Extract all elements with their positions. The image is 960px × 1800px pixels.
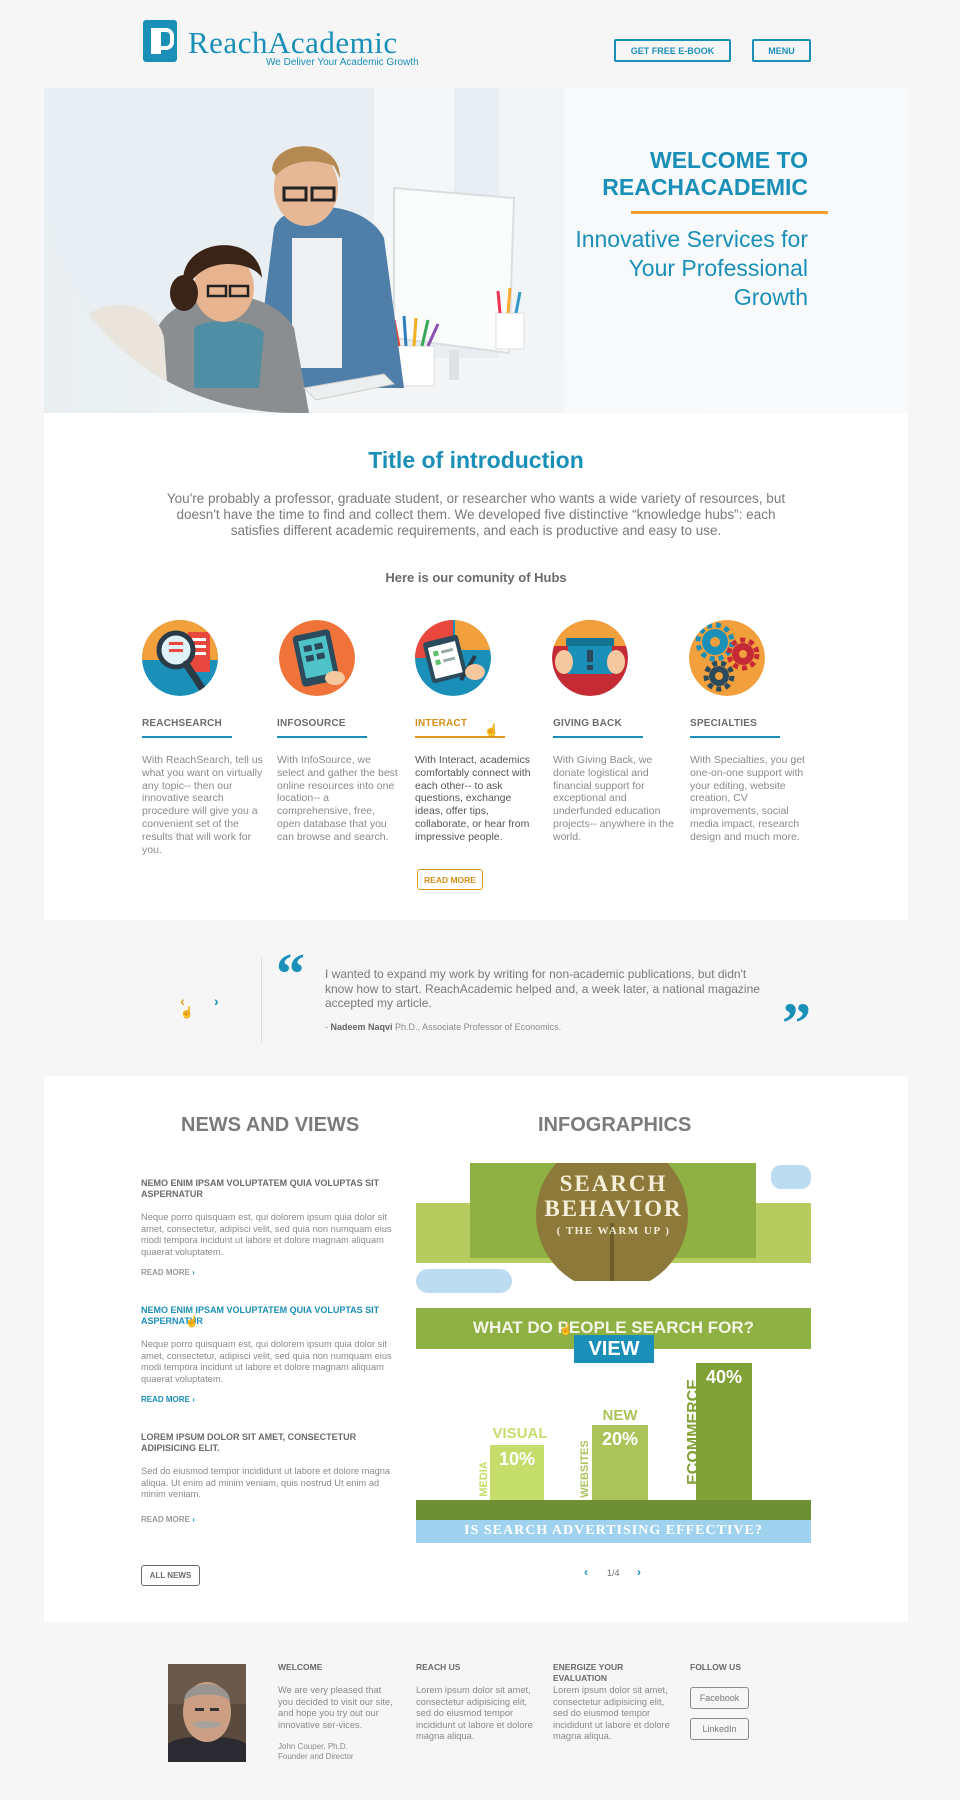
hub-text-infosource: With InfoSource, we select and gather th… [277,754,398,843]
hand-cursor-icon: ☝ [185,1316,199,1328]
hub-title-infosource[interactable]: INFOSOURCE [277,718,346,729]
infographic-pager: 1/4 [607,1568,620,1578]
chevron-right-icon: › [192,1268,195,1277]
logo-icon[interactable] [143,20,177,62]
infographic-banner-line1: SEARCH [559,1171,668,1196]
footer-signature-name: John Couper, Ph.D. [278,1742,348,1751]
linkedin-button[interactable]: LinkedIn [690,1718,749,1740]
footer-energize-text: Lorem ipsum dolor sit amet, consectetur … [553,1685,670,1741]
hub-title-giving-back[interactable]: GIVING BACK [553,718,622,729]
bar-percent: 10% [498,1449,536,1469]
hub-title-specialties[interactable]: SPECIALTIES [690,718,757,729]
chevron-right-icon: › [192,1515,195,1524]
hub-underline [690,736,780,738]
hand-cursor-icon: ☝ [559,1324,573,1336]
testimonial-author-title: Ph.D., Associate Professor of Economics. [395,1022,562,1032]
hub-underline [142,736,232,738]
news-item-title[interactable]: NEMO ENIM IPSAM VOLUPTATEM QUIA VOLUPTAS… [141,1178,396,1200]
hub-text-specialties: With Specialties, you get one-on-one sup… [690,754,805,843]
news-item-title-active[interactable]: NEMO ENIM IPSAM VOLUPTATEM QUIA VOLUPTAS… [141,1305,396,1327]
testimonial-author: - Nadeem Naqvi Ph.D., Associate Professo… [325,1022,562,1032]
founder-portrait [168,1664,246,1762]
hub-title-interact[interactable]: INTERACT [415,718,467,729]
testimonial-text: I wanted to expand my work by writing fo… [325,967,760,1010]
news-read-more-label: READ MORE [141,1515,190,1524]
tablet-icon[interactable] [279,620,355,696]
hero-photo [44,88,564,413]
bar-side-label: ECOMMERCE [685,1379,702,1485]
read-more-button[interactable]: READ MORE [417,869,483,890]
footer-welcome-heading: WELCOME [278,1662,323,1672]
hub-title-reachsearch[interactable]: REACHSEARCH [142,718,222,729]
hub-underline [277,736,367,738]
bar-side-label: WEBSITES [579,1440,591,1498]
all-news-button[interactable]: ALL NEWS [141,1565,200,1586]
footer-signature: John Couper, Ph.D. Founder and Director [278,1742,393,1762]
chevron-right-icon[interactable]: › [637,1565,641,1579]
hubs-heading: Here is our comunity of Hubs [385,570,567,585]
hub-text-giving-back: With Giving Back, we donate logistical a… [553,754,674,843]
intro-title: Title of introduction [368,447,584,473]
footer-energize-heading: ENERGIZE YOUR EVALUATION [553,1662,624,1683]
hero-banner: WELCOME TO REACHACADEMIC Innovative Serv… [44,88,908,413]
news-item-body: Sed do eiusmod tempor incididunt ut labo… [141,1466,391,1499]
news-read-more-link[interactable]: READ MORE › [141,1268,195,1277]
gift-box-icon[interactable] [552,620,628,696]
hero-welcome-line1: WELCOME TO [649,147,808,173]
infographic-banner-line2: BEHAVIOR [544,1196,683,1221]
footer-signature-title: Founder and Director [278,1752,354,1761]
quote-divider [261,958,262,1042]
hero-welcome: WELCOME TO REACHACADEMIC [468,147,808,201]
footer-reach-text: Lorem ipsum dolor sit amet, consectetur … [416,1685,533,1741]
testimonial-author-name: Nadeem Naqvi [330,1022,393,1032]
news-read-more-link[interactable]: READ MORE › [141,1515,195,1524]
checklist-icon[interactable] [415,620,491,696]
news-item-title[interactable]: LOREM IPSUM DOLOR SIT AMET, CONSECTETUR … [141,1432,396,1454]
logo-text[interactable]: ReachAcademic [188,25,398,61]
intro-text: You're probably a professor, graduate st… [166,491,786,538]
infographics-heading: INFOGRAPHICS [538,1114,692,1136]
infographic-image[interactable]: SEARCH BEHAVIOR ( THE WARM UP ) WHAT DO … [416,1163,811,1543]
hero-subtitle: Innovative Services for Your Professiona… [575,226,808,310]
chevron-right-icon: › [192,1395,195,1404]
bar-percent: 20% [601,1429,639,1449]
infographic-footer-question: IS SEARCH ADVERTISING EFFECTIVE? [464,1523,763,1538]
menu-button[interactable]: MENU [752,39,811,62]
get-free-ebook-button[interactable]: GET FREE E-BOOK [614,39,731,62]
magnifier-icon[interactable] [142,620,218,696]
bar-side-label: MEDIA [478,1461,490,1497]
hand-cursor-icon: ☝ [484,723,499,737]
hand-cursor-icon: ☝ [180,1007,194,1019]
news-heading: NEWS AND VIEWS [181,1114,360,1136]
quote-close-icon: ” [782,991,811,1056]
news-read-more-label: READ MORE [141,1395,190,1404]
logo-tagline: We Deliver Your Academic Growth [266,57,419,68]
bar-top-label: NEW [602,1407,638,1424]
hero-divider [631,211,828,214]
view-button[interactable]: VIEW [574,1335,654,1363]
footer-welcome-text: We are very pleased that you decided to … [278,1685,393,1730]
news-item-body: Neque porro quisquam est, qui dolorem ip… [141,1212,392,1257]
hub-text-interact: With Interact, academics comfortably con… [415,754,531,843]
hub-underline [553,736,643,738]
facebook-button[interactable]: Facebook [690,1687,749,1709]
news-item-body: Neque porro quisquam est, qui dolorem ip… [141,1339,392,1384]
footer-follow-heading: FOLLOW US [690,1662,741,1672]
bar-percent: 40% [705,1367,743,1387]
footer-reach-heading: REACH US [416,1662,461,1672]
hero-welcome-line2: REACHACADEMIC [602,174,808,200]
gears-icon[interactable] [689,620,765,696]
chevron-right-icon[interactable]: › [214,993,219,1009]
hub-text-reachsearch: With ReachSearch, tell us what you want … [142,754,263,856]
chevron-left-icon[interactable]: ‹ [584,1565,588,1579]
news-read-more-label: READ MORE [141,1268,190,1277]
news-read-more-link[interactable]: READ MORE › [141,1395,195,1404]
infographic-banner-line3: ( THE WARM UP ) [556,1225,671,1237]
quote-open-icon: “ [276,941,305,1006]
bar-top-label: VISUAL [492,1425,548,1442]
